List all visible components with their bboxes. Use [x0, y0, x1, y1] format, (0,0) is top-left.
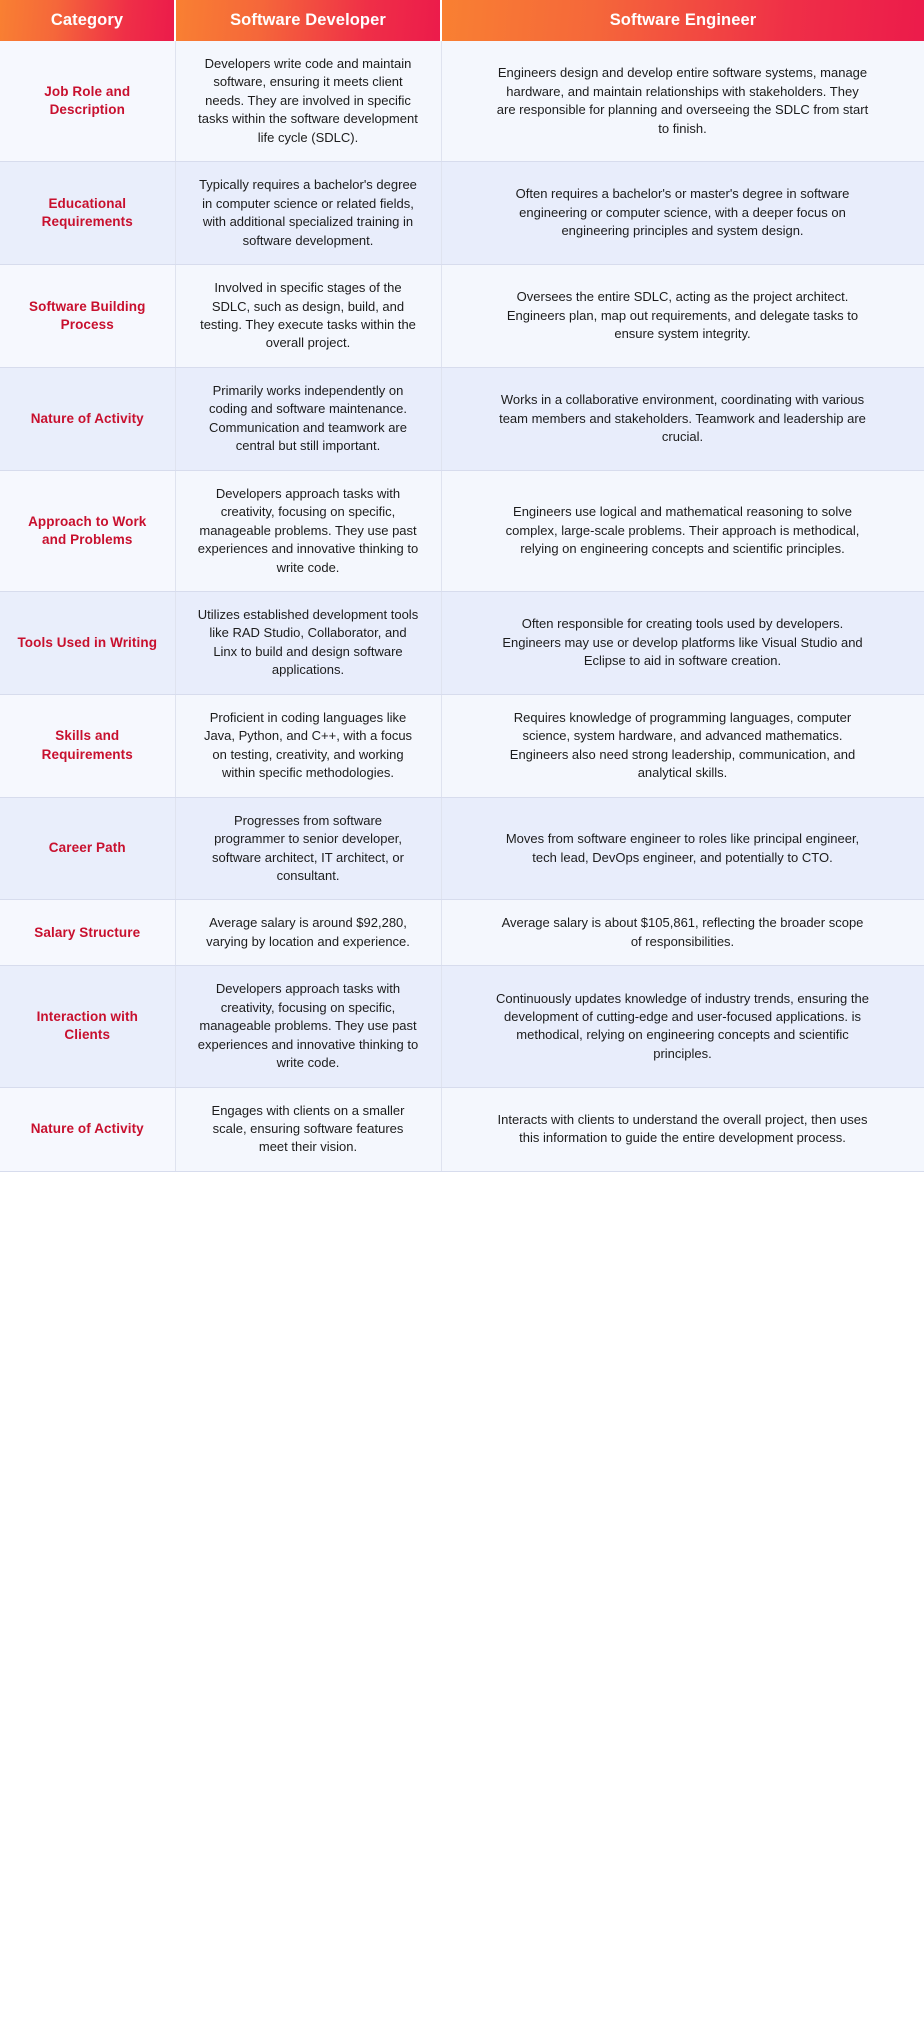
table-row: Software Building Process Involved in spe… — [0, 264, 924, 368]
cell-category: Nature of Activity — [0, 367, 176, 471]
cell-developer: Developers approach tasks with creativit… — [175, 965, 442, 1088]
cell-developer: Typically requires a bachelor's degree i… — [175, 161, 442, 266]
cell-category: Software Building Process — [0, 264, 176, 368]
cell-engineer: Often requires a bachelor's or master's … — [441, 161, 924, 266]
cell-developer: Developers approach tasks with creativit… — [175, 470, 442, 592]
cell-developer: Engages with clients on a smaller scale,… — [175, 1087, 442, 1172]
column-header-category: Category — [0, 0, 176, 41]
cell-developer: Involved in specific stages of the SDLC,… — [175, 264, 442, 368]
cell-engineer: Interacts with clients to understand the… — [441, 1087, 924, 1172]
cell-category: Interaction with Clients — [0, 965, 176, 1088]
cell-category: Approach to Work and Problems — [0, 470, 176, 592]
cell-developer: Utilizes established development tools l… — [175, 591, 442, 695]
header-row: Category Software Developer Software Eng… — [0, 0, 924, 41]
table-row: Career Path Progresses from software prog… — [0, 797, 924, 901]
table-row: Interaction with Clients Developers appro… — [0, 965, 924, 1088]
cell-developer: Average salary is around $92,280, varyin… — [175, 899, 442, 967]
table-row: Salary Structure Average salary is around… — [0, 899, 924, 967]
cell-engineer: Engineers design and develop entire soft… — [441, 41, 924, 163]
table-row: Educational Requirements Typically requir… — [0, 161, 924, 266]
table-row: Approach to Work and Problems Developers … — [0, 470, 924, 592]
cell-category: Job Role and Description — [0, 41, 176, 163]
table-row: Job Role and Description Developers write… — [0, 41, 924, 163]
column-header-engineer: Software Engineer — [441, 0, 924, 41]
cell-engineer: Engineers use logical and mathematical r… — [441, 470, 924, 592]
cell-developer: Primarily works independently on coding … — [175, 367, 442, 471]
column-header-developer: Software Developer — [175, 0, 442, 41]
cell-developer: Proficient in coding languages like Java… — [175, 694, 442, 798]
cell-engineer: Often responsible for creating tools use… — [441, 591, 924, 695]
table-body: Job Role and Description Developers write… — [0, 41, 924, 1172]
cell-category: Career Path — [0, 797, 176, 901]
cell-engineer: Works in a collaborative environment, co… — [441, 367, 924, 471]
comparison-table: Category Software Developer Software Eng… — [0, 0, 924, 1172]
cell-category: Salary Structure — [0, 899, 176, 967]
cell-developer: Progresses from software programmer to s… — [175, 797, 442, 901]
cell-engineer: Oversees the entire SDLC, acting as the … — [441, 264, 924, 368]
cell-engineer: Average salary is about $105,861, reflec… — [441, 899, 924, 967]
cell-engineer: Continuously updates knowledge of indust… — [441, 965, 924, 1088]
table-row: Nature of Activity Engages with clients o… — [0, 1087, 924, 1172]
cell-category: Educational Requirements — [0, 161, 176, 266]
cell-engineer: Moves from software engineer to roles li… — [441, 797, 924, 901]
cell-category: Nature of Activity — [0, 1087, 176, 1172]
table-row: Skills and Requirements Proficient in cod… — [0, 694, 924, 798]
table-header: Category Software Developer Software Eng… — [0, 0, 924, 41]
cell-category: Skills and Requirements — [0, 694, 176, 798]
table-row: Nature of Activity Primarily works indepe… — [0, 367, 924, 471]
table-row: Tools Used in Writing Utilizes establishe… — [0, 591, 924, 695]
cell-category: Tools Used in Writing — [0, 591, 176, 695]
cell-engineer: Requires knowledge of programming langua… — [441, 694, 924, 798]
cell-developer: Developers write code and maintain softw… — [175, 41, 442, 163]
